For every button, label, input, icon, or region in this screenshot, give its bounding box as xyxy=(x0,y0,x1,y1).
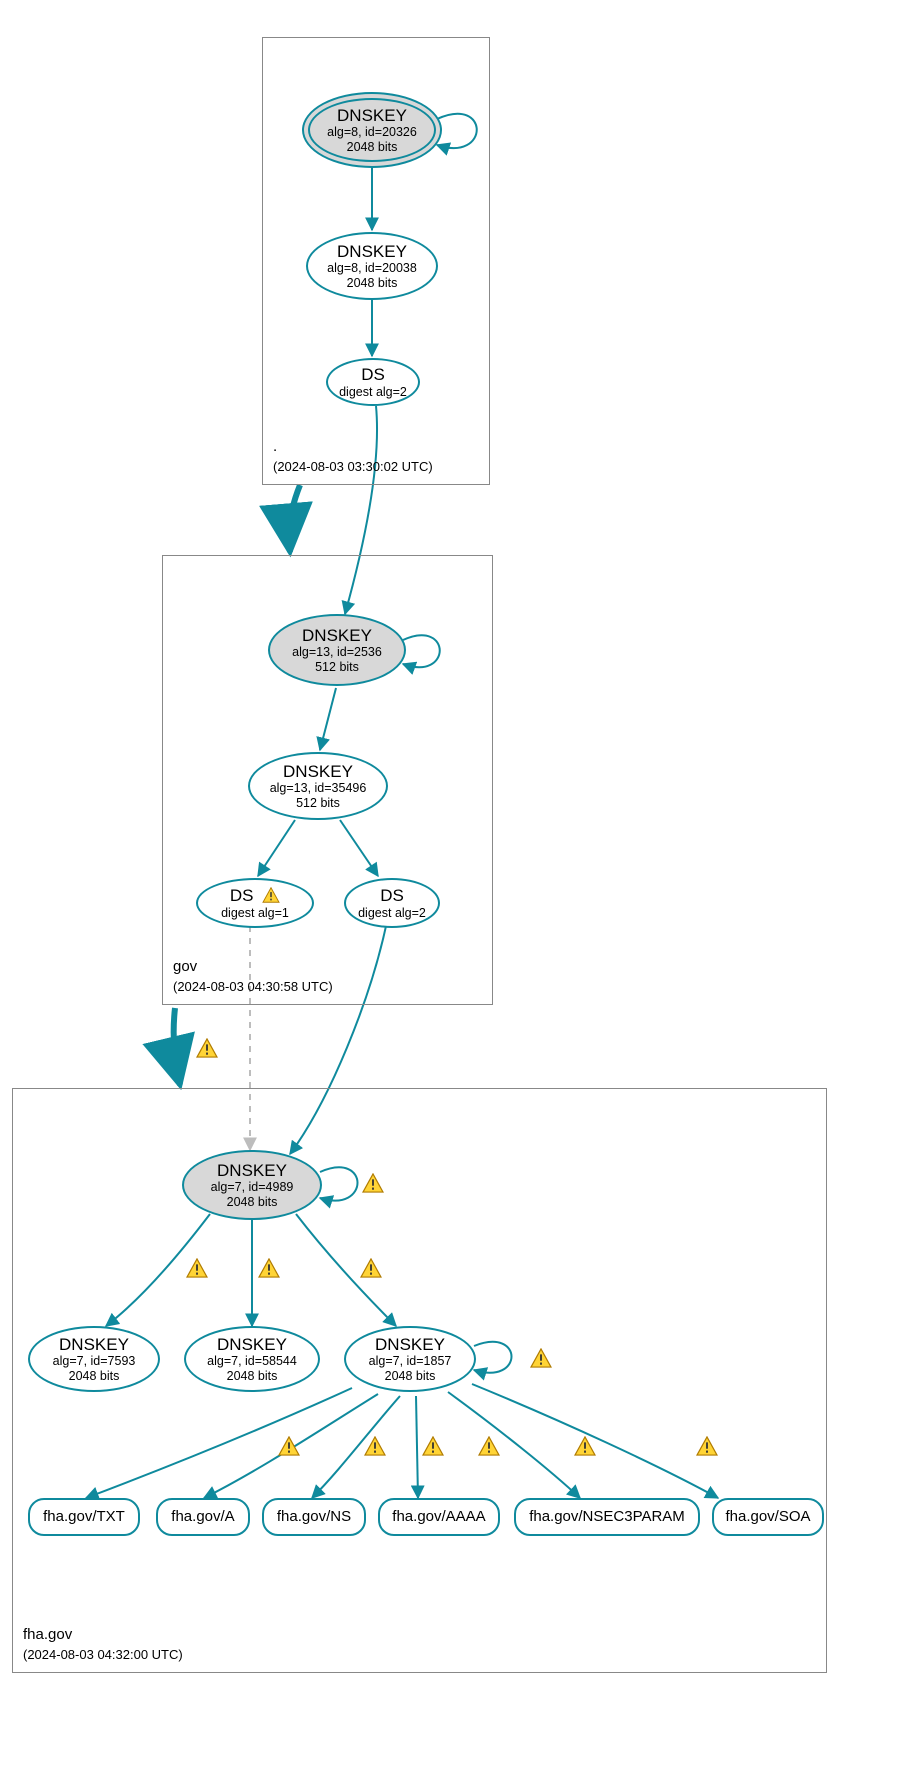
fha-k2-title: DNSKEY xyxy=(217,1335,287,1355)
root-ksk[interactable]: DNSKEY alg=8, id=20326 2048 bits xyxy=(302,92,442,168)
gov-ksk[interactable]: DNSKEY alg=13, id=2536 512 bits xyxy=(268,614,406,686)
fha-k1-l2: 2048 bits xyxy=(69,1369,120,1383)
gov-ksk-title: DNSKEY xyxy=(302,626,372,646)
gov-ds2[interactable]: DS digest alg=2 xyxy=(344,878,440,928)
fha-k3-title: DNSKEY xyxy=(375,1335,445,1355)
root-zsk-l1: alg=8, id=20038 xyxy=(327,261,417,275)
fha-k3-l1: alg=7, id=1857 xyxy=(369,1354,452,1368)
rrset-soa[interactable]: fha.gov/SOA xyxy=(712,1498,824,1536)
zone-fha-name: fha.gov xyxy=(23,1626,72,1643)
zone-root-name: . xyxy=(273,438,277,455)
rrset-aaaa[interactable]: fha.gov/AAAA xyxy=(378,1498,500,1536)
gov-zsk-l2: 512 bits xyxy=(296,796,340,810)
fha-ksk-l2: 2048 bits xyxy=(227,1195,278,1209)
gov-ds2-title: DS xyxy=(380,886,404,906)
zone-fha-ts: (2024-08-03 04:32:00 UTC) xyxy=(23,1647,183,1662)
gov-ds1-title: DS xyxy=(230,886,280,906)
dnssec-graph: { "colors": { "teal": "#0f8a9d", "gray_f… xyxy=(0,0,901,1772)
gov-ds2-l1: digest alg=2 xyxy=(358,906,426,920)
root-ds-title: DS xyxy=(361,365,385,385)
fha-k2-l2: 2048 bits xyxy=(227,1369,278,1383)
zone-root-ts: (2024-08-03 03:30:02 UTC) xyxy=(273,459,433,474)
fha-k3-l2: 2048 bits xyxy=(385,1369,436,1383)
rrset-a[interactable]: fha.gov/A xyxy=(156,1498,250,1536)
rrset-ns[interactable]: fha.gov/NS xyxy=(262,1498,366,1536)
gov-ksk-l1: alg=13, id=2536 xyxy=(292,645,382,659)
gov-zsk-l1: alg=13, id=35496 xyxy=(270,781,367,795)
warning-icon xyxy=(262,887,280,903)
root-ksk-title: DNSKEY xyxy=(337,106,407,126)
root-ksk-l1: alg=8, id=20326 xyxy=(327,125,417,139)
fha-ksk[interactable]: DNSKEY alg=7, id=4989 2048 bits xyxy=(182,1150,322,1220)
rrset-nsec3param[interactable]: fha.gov/NSEC3PARAM xyxy=(514,1498,700,1536)
fha-ksk-l1: alg=7, id=4989 xyxy=(211,1180,294,1194)
zone-root-label: . (2024-08-03 03:30:02 UTC) xyxy=(273,437,433,476)
root-zsk[interactable]: DNSKEY alg=8, id=20038 2048 bits xyxy=(306,232,438,300)
fha-k3[interactable]: DNSKEY alg=7, id=1857 2048 bits xyxy=(344,1326,476,1392)
root-zsk-title: DNSKEY xyxy=(337,242,407,262)
fha-k1[interactable]: DNSKEY alg=7, id=7593 2048 bits xyxy=(28,1326,160,1392)
zone-fha-label: fha.gov (2024-08-03 04:32:00 UTC) xyxy=(23,1625,183,1664)
root-ds[interactable]: DS digest alg=2 xyxy=(326,358,420,406)
warning-icon xyxy=(196,1038,218,1058)
zone-gov-ts: (2024-08-03 04:30:58 UTC) xyxy=(173,979,333,994)
fha-k1-l1: alg=7, id=7593 xyxy=(53,1354,136,1368)
root-zsk-l2: 2048 bits xyxy=(347,276,398,290)
rrset-txt[interactable]: fha.gov/TXT xyxy=(28,1498,140,1536)
fha-k2[interactable]: DNSKEY alg=7, id=58544 2048 bits xyxy=(184,1326,320,1392)
root-ds-l1: digest alg=2 xyxy=(339,385,407,399)
gov-ksk-l2: 512 bits xyxy=(315,660,359,674)
fha-ksk-title: DNSKEY xyxy=(217,1161,287,1181)
gov-zsk[interactable]: DNSKEY alg=13, id=35496 512 bits xyxy=(248,752,388,820)
gov-ds1-l1: digest alg=1 xyxy=(221,906,289,920)
zone-gov-label: gov (2024-08-03 04:30:58 UTC) xyxy=(173,957,333,996)
gov-zsk-title: DNSKEY xyxy=(283,762,353,782)
root-ksk-l2: 2048 bits xyxy=(347,140,398,154)
gov-ds1-title-text: DS xyxy=(230,886,254,905)
fha-k2-l1: alg=7, id=58544 xyxy=(207,1354,297,1368)
gov-ds1[interactable]: DS digest alg=1 xyxy=(196,878,314,928)
fha-k1-title: DNSKEY xyxy=(59,1335,129,1355)
zone-gov-name: gov xyxy=(173,958,197,975)
